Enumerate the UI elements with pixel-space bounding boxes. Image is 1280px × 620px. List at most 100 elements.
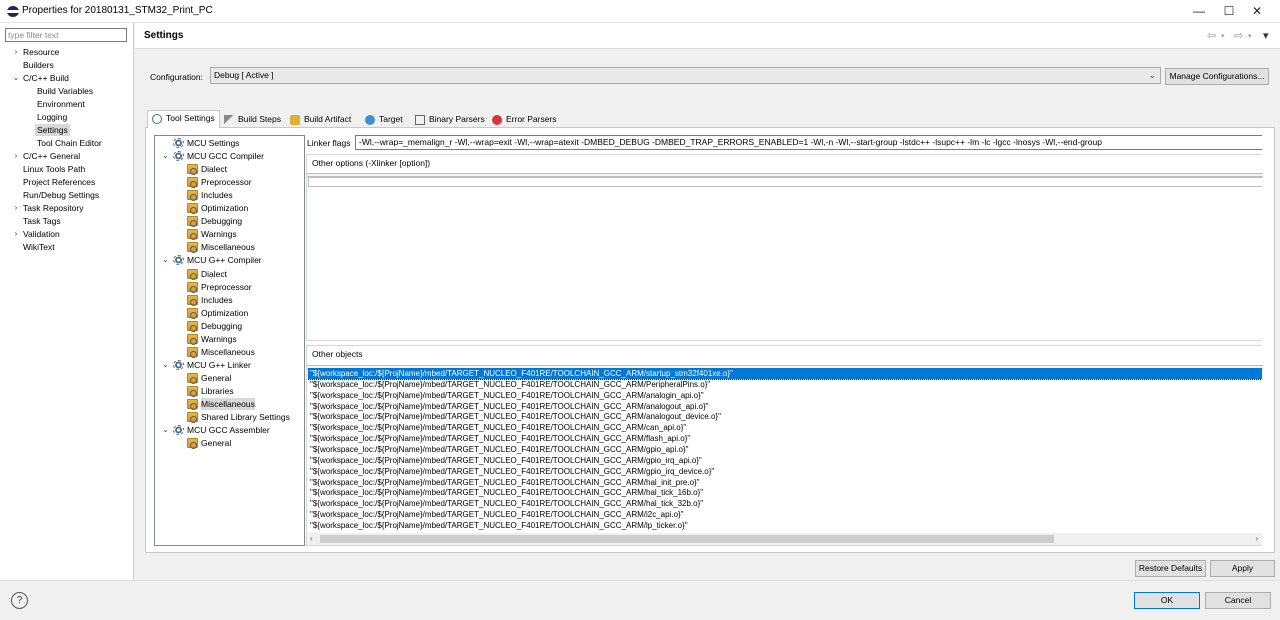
tree-node-preprocessor[interactable]: Preprocessor [187,281,252,293]
tree-node-preprocessor[interactable]: Preprocessor [187,176,252,189]
back-arrow-icon[interactable]: ⇦ [1207,29,1216,42]
tree-node-debugging[interactable]: Debugging [187,215,242,228]
horizontal-scrollbar[interactable]: ‹ › [308,533,1262,545]
other-options-list[interactable] [308,177,1262,187]
tree-node-libraries[interactable]: Libraries [187,385,234,397]
tree-node-general[interactable]: General [187,437,232,450]
list-item[interactable]: "${workspace_loc:/${ProjName}/mbed/TARGE… [308,390,1262,401]
tree-node-dialect[interactable]: Dialect [187,163,227,176]
chevron-right-icon[interactable]: › [11,228,21,240]
tree-node-optimization[interactable]: Optimization [187,202,248,215]
configuration-select[interactable]: Debug [ Active ] ⌄ [210,67,1161,84]
nav-item-c-cpp-build[interactable]: ⌄ C/C++ Build [13,72,69,84]
nav-item-label: Builders [23,60,54,70]
tree-node-miscellaneous[interactable]: Miscellaneous [187,398,255,410]
close-button[interactable]: ✕ [1234,0,1280,23]
list-item[interactable]: "${workspace_loc:/${ProjName}/mbed/TARGE… [308,368,1262,380]
list-item[interactable]: "${workspace_loc:/${ProjName}/mbed/TARGE… [308,509,1262,520]
tree-node-warnings[interactable]: Warnings [187,333,237,345]
nav-item-wikitext[interactable]: WikiText [23,241,55,253]
list-item[interactable]: "${workspace_loc:/${ProjName}/mbed/TARGE… [308,422,1262,433]
nav-item-validation[interactable]: › Validation [15,228,60,240]
chevron-down-icon[interactable]: ⌄ [162,424,169,436]
option-folder-icon [187,333,198,345]
restore-defaults-button[interactable]: Restore Defaults [1135,560,1206,577]
tab-target[interactable]: Target [360,111,404,127]
tree-node-dialect[interactable]: Dialect [187,268,227,280]
nav-item-resource[interactable]: › Resource [15,46,60,58]
tree-node-mcu-settings[interactable]: MCU Settings [173,137,239,149]
list-item[interactable]: "${workspace_loc:/${ProjName}/mbed/TARGE… [308,455,1262,466]
tab-build-artifact[interactable]: Build Artifact [285,111,352,127]
scroll-right-icon[interactable]: › [1255,533,1258,545]
nav-item-settings[interactable]: Settings [35,124,70,136]
tree-node-warnings[interactable]: Warnings [187,228,237,241]
option-folder-icon [187,216,198,228]
list-item[interactable]: "${workspace_loc:/${ProjName}/mbed/TARGE… [308,379,1262,390]
tab-build-steps[interactable]: Build Steps [219,111,282,127]
option-folder-icon [187,438,198,450]
tab-binary-parsers[interactable]: Binary Parsers [410,111,486,127]
nav-item-logging[interactable]: Logging [37,111,67,123]
linker-flags-input[interactable]: -Wl,--wrap=_memalign_r -Wl,--wrap=exit -… [355,135,1262,150]
tree-node-mcu-gcc-assembler[interactable]: ⌄ MCU GCC Assembler [162,424,270,436]
nav-item-build-variables[interactable]: Build Variables [37,85,93,97]
list-item[interactable]: "${workspace_loc:/${ProjName}/mbed/TARGE… [308,498,1262,509]
tab-tool-settings[interactable]: Tool Settings [147,110,220,128]
forward-dropdown-icon[interactable]: ▾ [1248,32,1252,40]
nav-item-environment[interactable]: Environment [37,98,85,110]
chevron-down-icon[interactable]: ⌄ [162,150,169,162]
chevron-right-icon[interactable]: › [11,46,21,58]
nav-item-linux-tools-path[interactable]: Linux Tools Path [23,163,85,175]
tree-node-includes[interactable]: Includes [187,189,233,202]
nav-item-task-repository[interactable]: › Task Repository [15,202,84,214]
back-dropdown-icon[interactable]: ▾ [1221,32,1225,40]
scrollbar-thumb[interactable] [320,535,1054,543]
list-item[interactable]: "${workspace_loc:/${ProjName}/mbed/TARGE… [308,433,1262,444]
nav-item-label: Resource [23,47,60,57]
chevron-down-icon[interactable]: ⌄ [11,72,21,84]
chevron-right-icon[interactable]: › [11,150,21,162]
chevron-down-icon[interactable]: ⌄ [162,254,169,266]
ok-button[interactable]: OK [1134,592,1200,609]
other-objects-list[interactable]: "${workspace_loc:/${ProjName}/mbed/TARGE… [308,368,1262,533]
manage-configurations-button[interactable]: Manage Configurations... [1165,68,1269,85]
nav-item-run-debug-settings[interactable]: Run/Debug Settings [23,189,99,201]
list-item[interactable]: "${workspace_loc:/${ProjName}/mbed/TARGE… [308,477,1262,488]
tree-node-miscellaneous[interactable]: Miscellaneous [187,241,255,254]
nav-item-builders[interactable]: Builders [23,59,54,71]
tree-node-mcu-g-linker[interactable]: ⌄ MCU G++ Linker [162,359,251,371]
nav-item-label: Project References [23,177,96,187]
list-item[interactable]: "${workspace_loc:/${ProjName}/mbed/TARGE… [308,444,1262,455]
tree-node-general[interactable]: General [187,372,231,384]
forward-arrow-icon[interactable]: ⇨ [1234,29,1243,42]
view-menu-icon[interactable]: ▾ [1263,29,1269,42]
tree-node-label: General [201,438,232,449]
tree-node-shared-library-settings[interactable]: Shared Library Settings [187,411,290,424]
list-item[interactable]: "${workspace_loc:/${ProjName}/mbed/TARGE… [308,520,1262,531]
tree-node-miscellaneous[interactable]: Miscellaneous [187,346,255,358]
list-item[interactable]: "${workspace_loc:/${ProjName}/mbed/TARGE… [308,401,1262,412]
nav-item-tool-chain-editor[interactable]: Tool Chain Editor [37,137,102,149]
nav-item-c-cpp-general[interactable]: › C/C++ General [15,150,81,162]
tree-node-debugging[interactable]: Debugging [187,320,242,332]
list-item[interactable]: "${workspace_loc:/${ProjName}/mbed/TARGE… [308,487,1262,498]
nav-item-project-references[interactable]: Project References [23,176,95,188]
tree-node-optimization[interactable]: Optimization [187,307,248,319]
chevron-down-icon[interactable]: ⌄ [162,359,169,371]
scroll-left-icon[interactable]: ‹ [310,533,313,545]
tree-node-includes[interactable]: Includes [187,294,233,306]
tree-node-mcu-g-compiler[interactable]: ⌄ MCU G++ Compiler [162,254,262,266]
filter-input[interactable] [5,28,127,42]
list-item[interactable]: "${workspace_loc:/${ProjName}/mbed/TARGE… [308,411,1262,422]
apply-button[interactable]: Apply [1210,560,1275,577]
tree-node-label: MCU GCC Assembler [187,425,270,436]
help-icon[interactable]: ? [11,592,28,609]
nav-item-task-tags[interactable]: Task Tags [23,215,61,227]
tree-node-mcu-gcc-compiler[interactable]: ⌄ MCU GCC Compiler [162,150,264,162]
cancel-button[interactable]: Cancel [1205,592,1271,609]
tab-error-parsers[interactable]: Error Parsers [487,111,558,127]
linker-flags-label: Linker flags [307,138,351,148]
list-item[interactable]: "${workspace_loc:/${ProjName}/mbed/TARGE… [308,466,1262,477]
chevron-right-icon[interactable]: › [11,202,21,214]
